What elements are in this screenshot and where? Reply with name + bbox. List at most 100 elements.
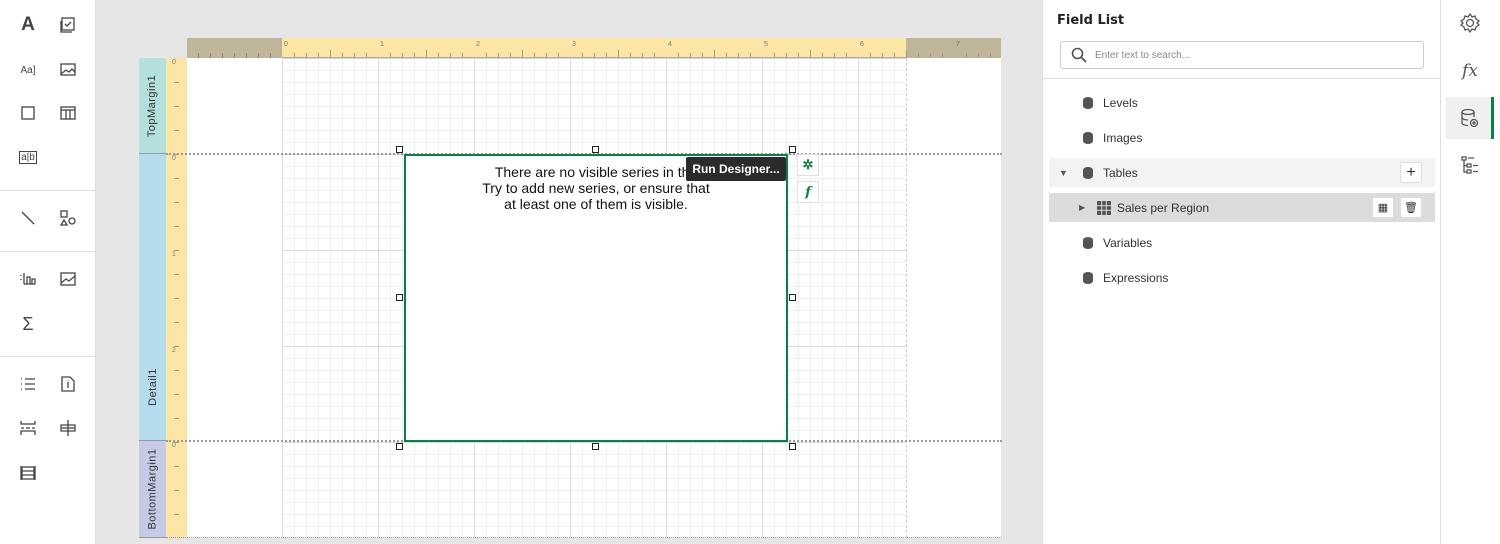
summary-tool-icon[interactable]: Σ [16, 312, 40, 336]
resize-handle[interactable] [396, 443, 403, 450]
add-calculated-field-icon[interactable]: ▦ [1372, 197, 1394, 218]
database-icon [1083, 131, 1093, 144]
band-separator [166, 537, 1002, 538]
ruler-tick [426, 50, 427, 58]
ruler-tick [330, 50, 331, 58]
ruler-tick-label: 2 [476, 41, 480, 48]
resize-handle[interactable] [396, 294, 403, 301]
table-tool-icon[interactable] [56, 101, 80, 125]
ruler-tick [174, 418, 179, 419]
chart-message: at least one of them is visible. [504, 196, 688, 212]
ruler-tick-label: 0 [172, 59, 176, 66]
ruler-tick [174, 442, 179, 443]
bullet-list-tool-icon[interactable] [16, 372, 40, 396]
band-label: TopMargin1 [146, 74, 159, 137]
ruler-tick [174, 202, 179, 203]
checkbox-tool-icon[interactable] [56, 13, 80, 37]
band-top-margin[interactable]: TopMargin1 [139, 58, 166, 154]
field-item-sales-per-region[interactable]: ▶ Sales per Region ▦ 🗑 [1049, 193, 1435, 222]
collapse-arrow-icon[interactable]: ▼ [1059, 168, 1083, 178]
ruler-tick-label: 7 [956, 41, 960, 48]
label-tool-icon[interactable]: A [16, 13, 40, 37]
ruler-tick [174, 298, 179, 299]
ruler-tick [174, 106, 179, 107]
ruler-tick [906, 50, 907, 58]
line-tool-icon[interactable] [16, 206, 40, 230]
resize-handle[interactable] [789, 294, 796, 301]
toolbox: A Aa] a|b Σ [0, 0, 96, 544]
ruler-tick [714, 50, 715, 58]
item-label: Tables [1103, 165, 1138, 180]
right-margin-line [906, 58, 907, 538]
resize-handle[interactable] [789, 443, 796, 450]
ruler-tick [174, 370, 179, 371]
band-label: Detail1 [146, 368, 159, 406]
ruler-tick-label: 0 [284, 41, 288, 48]
ruler-tick [174, 82, 179, 83]
divider [0, 356, 96, 357]
ruler-tick [174, 226, 179, 227]
expand-arrow-icon[interactable]: ▶ [1079, 203, 1097, 212]
report-explorer-icon[interactable] [1446, 144, 1494, 186]
ruler-tick [618, 50, 619, 58]
database-icon [1083, 96, 1093, 109]
field-item-levels[interactable]: Levels [1049, 88, 1435, 117]
ruler-tick [174, 250, 179, 251]
field-item-variables[interactable]: Variables [1049, 228, 1435, 257]
settings-icon[interactable] [1446, 2, 1494, 44]
ruler-tick [174, 178, 179, 179]
field-item-expressions[interactable]: Expressions [1049, 263, 1435, 292]
expression-function-icon[interactable]: f [797, 181, 819, 203]
database-icon [1083, 166, 1093, 179]
cross-band-tool-icon[interactable] [56, 416, 80, 440]
ruler-tick [174, 394, 179, 395]
resize-handle[interactable] [396, 146, 403, 153]
ruler-tick [174, 346, 179, 347]
divider [0, 251, 96, 252]
field-item-images[interactable]: Images [1049, 123, 1435, 152]
character-comb-tool-icon[interactable]: Aa] [16, 58, 40, 82]
panel-title: Field List [1057, 13, 1125, 28]
page-info-tool-icon[interactable] [56, 372, 80, 396]
ruler-right-margin [906, 38, 1001, 58]
sparkline-tool-icon[interactable] [56, 267, 80, 291]
resize-handle[interactable] [592, 146, 599, 153]
ruler-tick [174, 274, 179, 275]
resize-handle[interactable] [592, 443, 599, 450]
function-icon[interactable]: fx [1446, 50, 1494, 92]
ruler-tick-label: 5 [764, 41, 768, 48]
ruler-tick [522, 50, 523, 58]
table-grid-icon [1097, 200, 1111, 215]
field-item-tables[interactable]: ▼ Tables + [1049, 158, 1435, 187]
page-break-tool-icon[interactable] [16, 416, 40, 440]
panel-tool-icon[interactable] [16, 101, 40, 125]
add-table-button[interactable]: + [1400, 162, 1422, 183]
item-label: Levels [1103, 95, 1138, 110]
rich-text-tool-icon[interactable]: a|b [16, 145, 40, 169]
shape-tool-icon[interactable] [56, 206, 80, 230]
ruler-tick-label: 4 [668, 41, 672, 48]
chart-tool-icon[interactable] [16, 267, 40, 291]
search-box[interactable] [1060, 41, 1424, 69]
database-icon [1083, 236, 1093, 249]
item-label: Sales per Region [1117, 200, 1210, 215]
band-label: BottomMargin1 [146, 448, 159, 530]
ruler-tick-label: 1 [380, 41, 384, 48]
ruler-tick [810, 50, 811, 58]
chart-message: Try to add new series, or ensure that [482, 180, 710, 196]
run-designer-tooltip[interactable]: Run Designer... [686, 157, 786, 181]
ruler-tick-label: 0 [172, 155, 176, 162]
chart-properties-gear-icon[interactable]: ✲ [797, 154, 819, 176]
search-input[interactable] [1095, 49, 1395, 61]
divider [1043, 78, 1441, 79]
band-bottom-margin[interactable]: BottomMargin1 [139, 441, 166, 538]
picture-box-tool-icon[interactable] [56, 58, 80, 82]
chart-control[interactable]: There are no visible series in the Try t… [404, 154, 788, 442]
resize-handle[interactable] [789, 146, 796, 153]
band-detail[interactable]: Detail1 [139, 154, 166, 441]
ruler-tick-label: 1 [172, 251, 176, 258]
ruler-tick [174, 322, 179, 323]
data-source-icon[interactable] [1446, 97, 1494, 139]
delete-trash-icon[interactable]: 🗑 [1400, 197, 1422, 218]
table-of-contents-tool-icon[interactable] [16, 461, 40, 485]
